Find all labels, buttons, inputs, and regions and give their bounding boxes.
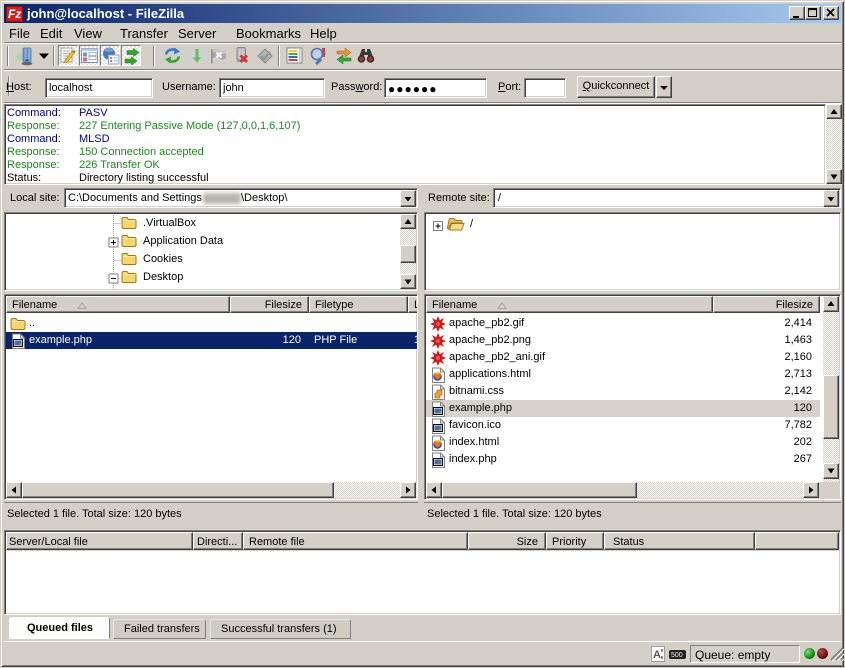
svg-text:Fz: Fz: [8, 7, 21, 21]
svg-text:A: A: [653, 649, 661, 661]
svg-text:500: 500: [671, 652, 683, 659]
